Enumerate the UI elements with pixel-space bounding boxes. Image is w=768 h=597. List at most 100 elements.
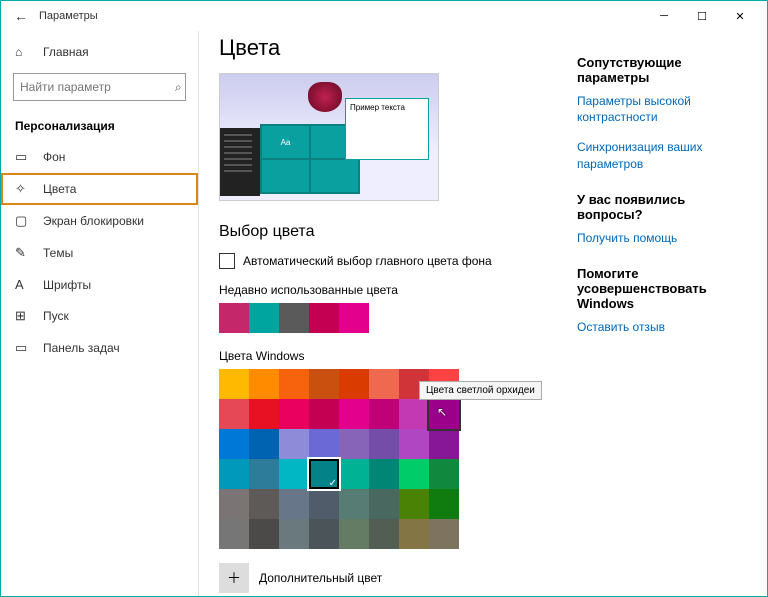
- color-swatch[interactable]: [429, 429, 459, 459]
- sidebar-item-background[interactable]: ▭ Фон: [1, 141, 198, 173]
- color-swatch[interactable]: [339, 489, 369, 519]
- preview-sample-window: Пример текста: [345, 98, 429, 160]
- color-swatch[interactable]: [279, 489, 309, 519]
- color-swatch[interactable]: [339, 369, 369, 399]
- cursor-icon: ↖: [437, 405, 447, 419]
- window-title: Параметры: [39, 10, 98, 22]
- page-heading: Цвета: [219, 35, 577, 61]
- sidebar-item-label: Фон: [43, 150, 65, 164]
- maximize-button[interactable]: ☐: [683, 1, 721, 31]
- color-swatch[interactable]: [249, 369, 279, 399]
- color-swatch[interactable]: [369, 519, 399, 549]
- color-swatch[interactable]: [339, 429, 369, 459]
- color-swatch[interactable]: [369, 489, 399, 519]
- recent-color-swatch[interactable]: [249, 303, 279, 333]
- recent-color-swatch[interactable]: [219, 303, 249, 333]
- color-swatch[interactable]: [219, 489, 249, 519]
- link-get-help[interactable]: Получить помощь: [577, 230, 747, 246]
- color-swatch[interactable]: [249, 429, 279, 459]
- link-high-contrast[interactable]: Параметры высокой контрастности: [577, 93, 747, 125]
- color-swatch[interactable]: [219, 399, 249, 429]
- questions-heading: У вас появились вопросы?: [577, 192, 747, 222]
- color-swatch[interactable]: [309, 489, 339, 519]
- color-swatch[interactable]: ↖: [429, 399, 459, 429]
- color-swatch[interactable]: [219, 459, 249, 489]
- related-panel: Сопутствующие параметры Параметры высоко…: [577, 35, 747, 576]
- color-swatch[interactable]: [399, 399, 429, 429]
- auto-color-checkbox[interactable]: Автоматический выбор главного цвета фона: [219, 253, 577, 269]
- sidebar-item-fonts[interactable]: A Шрифты: [1, 269, 198, 300]
- theme-icon: ✎: [15, 245, 33, 261]
- minimize-button[interactable]: ─: [645, 1, 683, 31]
- sidebar-item-label: Темы: [43, 246, 73, 260]
- color-swatch[interactable]: [369, 429, 399, 459]
- color-swatch[interactable]: [249, 459, 279, 489]
- color-swatch[interactable]: [399, 459, 429, 489]
- sidebar-item-label: Экран блокировки: [43, 214, 144, 228]
- related-heading: Сопутствующие параметры: [577, 55, 747, 85]
- back-button[interactable]: ←: [9, 4, 33, 28]
- lock-icon: ▢: [15, 213, 33, 229]
- sidebar-item-label: Пуск: [43, 309, 69, 323]
- sidebar-item-start[interactable]: ⊞ Пуск: [1, 300, 198, 332]
- color-swatch[interactable]: [279, 459, 309, 489]
- color-swatch[interactable]: [249, 519, 279, 549]
- color-swatch[interactable]: [429, 519, 459, 549]
- windows-colors-label: Цвета Windows: [219, 349, 577, 363]
- sidebar-item-taskbar[interactable]: ▭ Панель задач: [1, 332, 198, 364]
- taskbar-icon: ▭: [15, 340, 33, 356]
- color-swatch[interactable]: [369, 399, 399, 429]
- color-swatch[interactable]: [339, 519, 369, 549]
- search-box[interactable]: ⌕: [13, 73, 186, 101]
- color-swatch[interactable]: [219, 519, 249, 549]
- palette-icon: ✧: [15, 181, 33, 197]
- preview-tile: [262, 160, 309, 192]
- link-sync-settings[interactable]: Синхронизация ваших параметров: [577, 139, 747, 171]
- color-swatch[interactable]: [279, 519, 309, 549]
- custom-color-button[interactable]: ＋: [219, 563, 249, 593]
- link-feedback[interactable]: Оставить отзыв: [577, 319, 747, 335]
- color-swatch[interactable]: [279, 429, 309, 459]
- color-swatch[interactable]: [309, 399, 339, 429]
- color-swatch[interactable]: [399, 489, 429, 519]
- color-swatch[interactable]: [249, 489, 279, 519]
- sidebar-home[interactable]: ⌂ Главная: [1, 39, 198, 65]
- color-swatch[interactable]: [309, 519, 339, 549]
- preview-taskstrip: [220, 128, 260, 196]
- color-swatch[interactable]: [429, 459, 459, 489]
- search-icon: ⌕: [175, 80, 182, 95]
- close-button[interactable]: ✕: [721, 1, 759, 31]
- color-swatch[interactable]: [249, 399, 279, 429]
- choose-color-heading: Выбор цвета: [219, 223, 577, 241]
- color-swatch[interactable]: [219, 429, 249, 459]
- preview-tile: [311, 160, 358, 192]
- color-swatch[interactable]: [339, 399, 369, 429]
- color-swatch[interactable]: [399, 429, 429, 459]
- preview-decor: [308, 82, 342, 112]
- custom-color-label: Дополнительный цвет: [259, 571, 382, 585]
- recent-color-swatch[interactable]: [309, 303, 339, 333]
- recent-color-swatch[interactable]: [339, 303, 369, 333]
- color-swatch[interactable]: [309, 369, 339, 399]
- color-swatch[interactable]: [399, 519, 429, 549]
- start-icon: ⊞: [15, 308, 33, 324]
- color-swatch[interactable]: [309, 429, 339, 459]
- checkbox-icon: [219, 253, 235, 269]
- color-swatch[interactable]: [369, 459, 399, 489]
- color-swatch[interactable]: [279, 399, 309, 429]
- color-swatch[interactable]: [279, 369, 309, 399]
- sidebar-item-label: Шрифты: [43, 278, 91, 292]
- color-swatch[interactable]: [219, 369, 249, 399]
- sidebar-item-lockscreen[interactable]: ▢ Экран блокировки: [1, 205, 198, 237]
- sidebar-item-themes[interactable]: ✎ Темы: [1, 237, 198, 269]
- search-input[interactable]: [20, 80, 175, 94]
- sidebar-item-colors[interactable]: ✧ Цвета: [1, 173, 198, 205]
- color-swatch[interactable]: [369, 369, 399, 399]
- sidebar-section: Персонализация: [1, 109, 198, 141]
- color-swatch[interactable]: [429, 489, 459, 519]
- preview-tile: Aa: [262, 126, 309, 158]
- recent-color-swatch[interactable]: [279, 303, 309, 333]
- color-swatch[interactable]: [339, 459, 369, 489]
- color-preview: Aa Пример текста: [219, 73, 439, 201]
- color-swatch[interactable]: [309, 459, 339, 489]
